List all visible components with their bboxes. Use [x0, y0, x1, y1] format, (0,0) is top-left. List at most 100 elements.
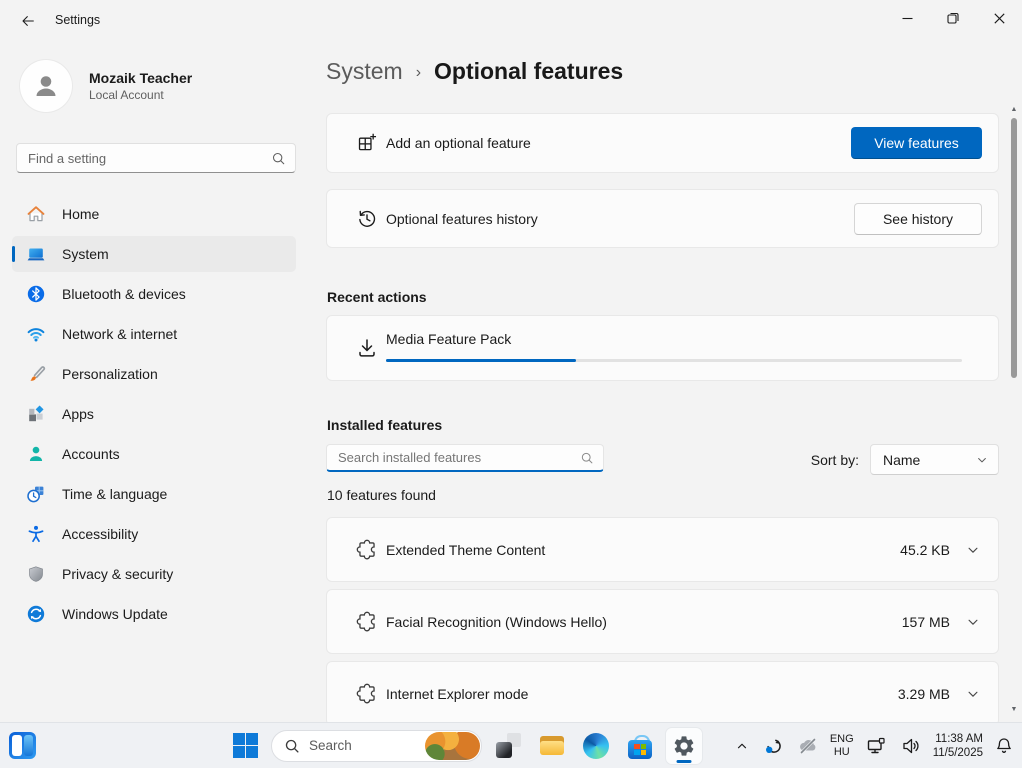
download-item-name: Media Feature Pack: [386, 331, 511, 347]
file-explorer-button[interactable]: [534, 728, 570, 764]
titlebar: Settings: [0, 0, 1022, 40]
sidebar-item-label: Windows Update: [62, 606, 168, 622]
sort-dropdown[interactable]: Name: [870, 444, 999, 475]
add-feature-label: Add an optional feature: [386, 135, 531, 151]
feature-size: 3.29 MB: [898, 686, 950, 702]
active-app-indicator: [677, 760, 692, 763]
see-history-button[interactable]: See history: [854, 203, 982, 235]
tray-time: 11:38 AM: [933, 732, 983, 746]
network-icon[interactable]: [863, 733, 889, 759]
update-pending-icon[interactable]: [760, 733, 786, 759]
settings-taskbar-button[interactable]: [666, 728, 702, 764]
apps-icon: [26, 404, 46, 424]
settings-search-box[interactable]: [16, 143, 296, 173]
sidebar-item-label: System: [62, 246, 109, 262]
taskbar-search[interactable]: Search: [271, 730, 482, 762]
taskbar: Search: [0, 722, 1022, 768]
scrollbar-thumb[interactable]: [1011, 118, 1017, 378]
language-indicator[interactable]: ENG HU: [830, 733, 854, 759]
history-label: Optional features history: [386, 211, 538, 227]
sidebar-item-privacy[interactable]: Privacy & security: [12, 556, 296, 592]
minimize-button[interactable]: [884, 0, 930, 36]
sidebar-item-windows-update[interactable]: Windows Update: [12, 596, 296, 632]
privacy-security-icon: [26, 564, 46, 584]
system-icon: [26, 244, 46, 264]
back-button[interactable]: [14, 10, 42, 32]
sidebar-item-label: Apps: [62, 406, 94, 422]
sidebar-item-bluetooth[interactable]: Bluetooth & devices: [12, 276, 296, 312]
sidebar-item-label: Bluetooth & devices: [62, 286, 186, 302]
volume-icon[interactable]: [898, 733, 924, 759]
accessibility-icon: [26, 524, 46, 544]
user-account[interactable]: Mozaik Teacher Local Account: [20, 60, 192, 112]
sidebar-item-network[interactable]: Network & internet: [12, 316, 296, 352]
edge-button[interactable]: [578, 728, 614, 764]
accounts-icon: [26, 444, 46, 464]
task-view-button[interactable]: [490, 728, 526, 764]
breadcrumb-parent[interactable]: System: [326, 58, 403, 85]
feature-row[interactable]: Extended Theme Content 45.2 KB: [326, 517, 999, 582]
view-features-button[interactable]: View features: [851, 127, 982, 159]
settings-search-input[interactable]: [17, 151, 271, 166]
start-button[interactable]: [227, 728, 263, 764]
system-tray: ENG HU 11:38 AM 11/5/2025: [733, 723, 1016, 768]
language-secondary: HU: [830, 746, 854, 759]
chevron-down-icon[interactable]: [966, 543, 980, 557]
search-highlight-thumbnail[interactable]: [425, 732, 480, 760]
bluetooth-icon: [26, 284, 46, 304]
download-icon: [355, 336, 379, 360]
sidebar-item-accounts[interactable]: Accounts: [12, 436, 296, 472]
sidebar-item-label: Accounts: [62, 446, 120, 462]
sidebar-item-personalization[interactable]: Personalization: [12, 356, 296, 392]
feature-name: Internet Explorer mode: [386, 686, 528, 702]
sort-dropdown-value: Name: [883, 452, 976, 468]
puzzle-icon: [356, 539, 378, 561]
language-primary: ENG: [830, 733, 854, 746]
user-name: Mozaik Teacher: [89, 70, 192, 86]
scroll-up-arrow[interactable]: ▲: [1011, 106, 1018, 114]
windows-update-icon: [26, 604, 46, 624]
sidebar-item-label: Accessibility: [62, 526, 138, 542]
sidebar-nav: Home System Bluetooth & devices Network …: [0, 196, 310, 636]
download-progress-bar: [386, 359, 962, 362]
widgets-button[interactable]: [9, 732, 36, 759]
chevron-down-icon[interactable]: [966, 687, 980, 701]
scroll-down-arrow[interactable]: ▼: [1011, 706, 1018, 714]
sidebar-item-system[interactable]: System: [12, 236, 296, 272]
installed-search-input[interactable]: [327, 450, 580, 465]
tray-chevron-up-icon[interactable]: [733, 737, 751, 755]
feature-size: 45.2 KB: [900, 542, 950, 558]
microsoft-store-button[interactable]: [622, 728, 658, 764]
sidebar: Mozaik Teacher Local Account Home Syst: [0, 40, 310, 722]
onedrive-offline-icon[interactable]: [795, 733, 821, 759]
clock[interactable]: 11:38 AM 11/5/2025: [933, 732, 983, 760]
feature-row[interactable]: Internet Explorer mode 3.29 MB: [326, 661, 999, 722]
close-button[interactable]: [976, 0, 1022, 36]
feature-name: Facial Recognition (Windows Hello): [386, 614, 607, 630]
sidebar-item-home[interactable]: Home: [12, 196, 296, 232]
sidebar-item-accessibility[interactable]: Accessibility: [12, 516, 296, 552]
sidebar-item-label: Time & language: [62, 486, 167, 502]
puzzle-icon: [356, 611, 378, 633]
scrollbar[interactable]: ▲ ▼: [1009, 106, 1019, 714]
feature-row[interactable]: Facial Recognition (Windows Hello) 157 M…: [326, 589, 999, 654]
window-title: Settings: [55, 13, 100, 27]
progress-fill: [386, 359, 576, 362]
personalization-icon: [26, 364, 46, 384]
installed-search-box[interactable]: [326, 444, 604, 472]
history-icon: [356, 208, 378, 230]
feature-name: Extended Theme Content: [386, 542, 545, 558]
tray-date: 11/5/2025: [933, 746, 983, 760]
edge-icon: [583, 733, 609, 759]
network-icon: [26, 324, 46, 344]
main-content: System › Optional features Add an option…: [326, 40, 999, 722]
sidebar-item-apps[interactable]: Apps: [12, 396, 296, 432]
sidebar-item-time-language[interactable]: Time & language: [12, 476, 296, 512]
sort-by-label: Sort by:: [811, 452, 859, 468]
restore-button[interactable]: [930, 0, 976, 36]
microsoft-store-icon: [627, 735, 653, 759]
chevron-down-icon[interactable]: [966, 615, 980, 629]
file-explorer-icon: [539, 733, 565, 759]
notification-bell-icon[interactable]: [992, 734, 1016, 758]
gear-icon: [672, 734, 696, 758]
